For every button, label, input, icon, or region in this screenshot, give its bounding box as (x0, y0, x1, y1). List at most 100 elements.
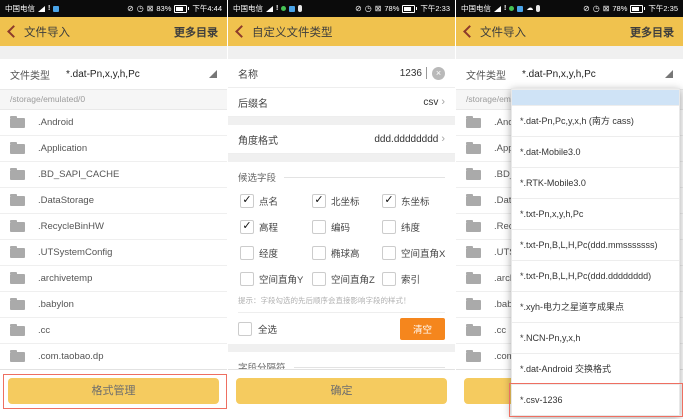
folder-row[interactable]: .archivetemp (0, 266, 227, 292)
field-option[interactable]: ✓ 经度 (240, 240, 312, 266)
spinner-triangle-icon[interactable] (665, 70, 673, 78)
folder-row[interactable]: .com.taobao.dp (0, 344, 227, 370)
back-icon[interactable] (463, 25, 476, 38)
folder-name: .com.taobao.dp (38, 351, 104, 362)
name-field-row[interactable]: 名称 1236 × (228, 59, 455, 88)
field-option[interactable]: ✓ 高程 (240, 214, 312, 240)
dropdown-item[interactable]: *.txt-Pn,x,y,h,Pc (512, 198, 679, 229)
field-option[interactable]: ✓ 索引 (382, 266, 445, 292)
dropdown-item[interactable]: *.txt-Pn,B,L,H,Pc(ddd.dddddddd) (512, 260, 679, 291)
check-icon: ✓ (314, 195, 323, 206)
folder-icon (466, 274, 481, 284)
folder-row[interactable]: .BD_SAPI_CACHE (0, 162, 227, 188)
field-option[interactable]: ✓ 空间直角Y (240, 266, 312, 292)
checkbox[interactable]: ✓ (240, 272, 254, 286)
folder-row[interactable]: .babylon (0, 292, 227, 318)
clock-label: 下午2:33 (420, 3, 450, 14)
dropdown-item[interactable]: *.csv-1236 (512, 384, 679, 415)
angle-format-row[interactable]: 角度格式 ddd.dddddddd › (228, 125, 455, 154)
checkbox[interactable]: ✓ (382, 246, 396, 260)
clock-label: 下午4:44 (192, 3, 222, 14)
field-option[interactable]: ✓ 椭球高 (312, 240, 382, 266)
field-option[interactable]: ✓ 空间直角Z (312, 266, 382, 292)
dropdown-item[interactable]: *.xyh-电力之星道亨成果点 (512, 291, 679, 322)
back-icon[interactable] (7, 25, 20, 38)
divider (284, 177, 445, 178)
nav-bar: 自定义文件类型 (228, 17, 455, 46)
folder-name: .cc (38, 325, 50, 336)
checkbox[interactable]: ✓ (312, 220, 326, 234)
field-option[interactable]: ✓ 空间直角X (382, 240, 445, 266)
dropdown-item[interactable]: *.NCN-Pn,y,x,h (512, 322, 679, 353)
checkbox[interactable]: ✓ (240, 246, 254, 260)
field-option[interactable]: ✓ 点名 (240, 188, 312, 214)
carrier-label: 中国电信 (233, 3, 263, 14)
footer-bar: 确定 (228, 369, 455, 419)
checkbox[interactable]: ✓ (240, 194, 254, 208)
dropdown-item[interactable]: *.RTK-Mobile3.0 (512, 167, 679, 198)
checkbox[interactable]: ✓ (240, 220, 254, 234)
candidate-fields-section: 候选字段 ✓ 点名 ✓ 北坐标 ✓ 东坐标 (228, 162, 455, 344)
chevron-right-icon: › (441, 134, 445, 145)
file-type-selector[interactable]: 文件类型 *.dat-Pn,x,y,h,Pc (456, 59, 683, 90)
field-option[interactable]: ✓ 北坐标 (312, 188, 382, 214)
folder-row[interactable]: .cc (0, 318, 227, 344)
field-option[interactable]: ✓ 编码 (312, 214, 382, 240)
folder-icon (466, 196, 481, 206)
file-type-selector[interactable]: 文件类型 *.dat-Pn,x,y,h,Pc (0, 59, 227, 90)
dropdown-item[interactable] (512, 89, 679, 105)
do-not-disturb-icon: ⊘ (583, 5, 590, 13)
folder-icon (10, 196, 25, 206)
mic-icon (536, 5, 540, 12)
dropdown-item[interactable]: *.txt-Pn,B,L,H,Pc(ddd.mmsssssss) (512, 229, 679, 260)
folder-row[interactable]: .Android (0, 110, 227, 136)
name-input-value[interactable]: 1236 (400, 68, 422, 79)
clear-selection-button[interactable]: 清空 (400, 318, 445, 340)
field-option[interactable]: ✓ 东坐标 (382, 188, 445, 214)
angle-format-label: 角度格式 (238, 132, 278, 147)
signal-icon (38, 6, 45, 12)
dropdown-item[interactable]: *.dat-Pn,Pc,y,x,h (南方 cass) (512, 105, 679, 136)
checkbox[interactable]: ✓ (312, 246, 326, 260)
suffix-field-row[interactable]: 后缀名 csv › (228, 88, 455, 117)
select-all-checkbox[interactable]: ✓ (238, 322, 252, 336)
field-option[interactable]: ✓ 纬度 (382, 214, 445, 240)
folder-row[interactable]: .DataStorage (0, 188, 227, 214)
folder-icon (10, 326, 25, 336)
battery-percent: 83% (156, 4, 171, 13)
page-title: 文件导入 (24, 24, 168, 40)
back-icon[interactable] (235, 25, 248, 38)
spinner-triangle-icon[interactable] (209, 70, 217, 78)
folder-icon (466, 144, 481, 154)
alert-icon: ! (504, 5, 506, 12)
more-directories-button[interactable]: 更多目录 (174, 24, 218, 40)
checkbox[interactable]: ✓ (382, 194, 396, 208)
carrier-label: 中国电信 (461, 3, 491, 14)
more-directories-button[interactable]: 更多目录 (630, 24, 674, 40)
check-icon: ✓ (242, 221, 251, 232)
confirm-button[interactable]: 确定 (236, 378, 447, 404)
format-manage-button[interactable]: 格式管理 (8, 378, 219, 404)
app-notification-icon (53, 6, 59, 12)
folder-icon (10, 118, 25, 128)
file-type-label: 文件类型 (466, 67, 506, 82)
folder-name: .Application (38, 143, 87, 154)
folder-row[interactable]: .UTSystemConfig (0, 240, 227, 266)
field-option-label: 北坐标 (331, 194, 360, 208)
folder-row[interactable]: .RecycleBinHW (0, 214, 227, 240)
dropdown-item[interactable]: *.dat-Android 交换格式 (512, 353, 679, 384)
clear-text-icon[interactable]: × (432, 67, 445, 80)
status-bar: 中国电信 ! ☁ ⊘ ◷ ⊠ 78% 下午2:35 (456, 0, 683, 17)
folder-name: .UTSystemConfig (38, 247, 112, 258)
dropdown-item-label: *.xyh-电力之星道亨成果点 (520, 302, 624, 312)
dropdown-item-label: *.txt-Pn,x,y,h,Pc (520, 209, 583, 219)
checkbox[interactable]: ✓ (382, 272, 396, 286)
checkbox[interactable]: ✓ (312, 272, 326, 286)
status-bar: 中国电信 ! ⊘ ◷ ⊠ 78% 下午2:33 (228, 0, 455, 17)
folder-row[interactable]: .Application (0, 136, 227, 162)
dropdown-item[interactable]: *.dat-Mobile3.0 (512, 136, 679, 167)
folder-icon (466, 248, 481, 258)
checkbox[interactable]: ✓ (382, 220, 396, 234)
folder-icon (466, 222, 481, 232)
checkbox[interactable]: ✓ (312, 194, 326, 208)
